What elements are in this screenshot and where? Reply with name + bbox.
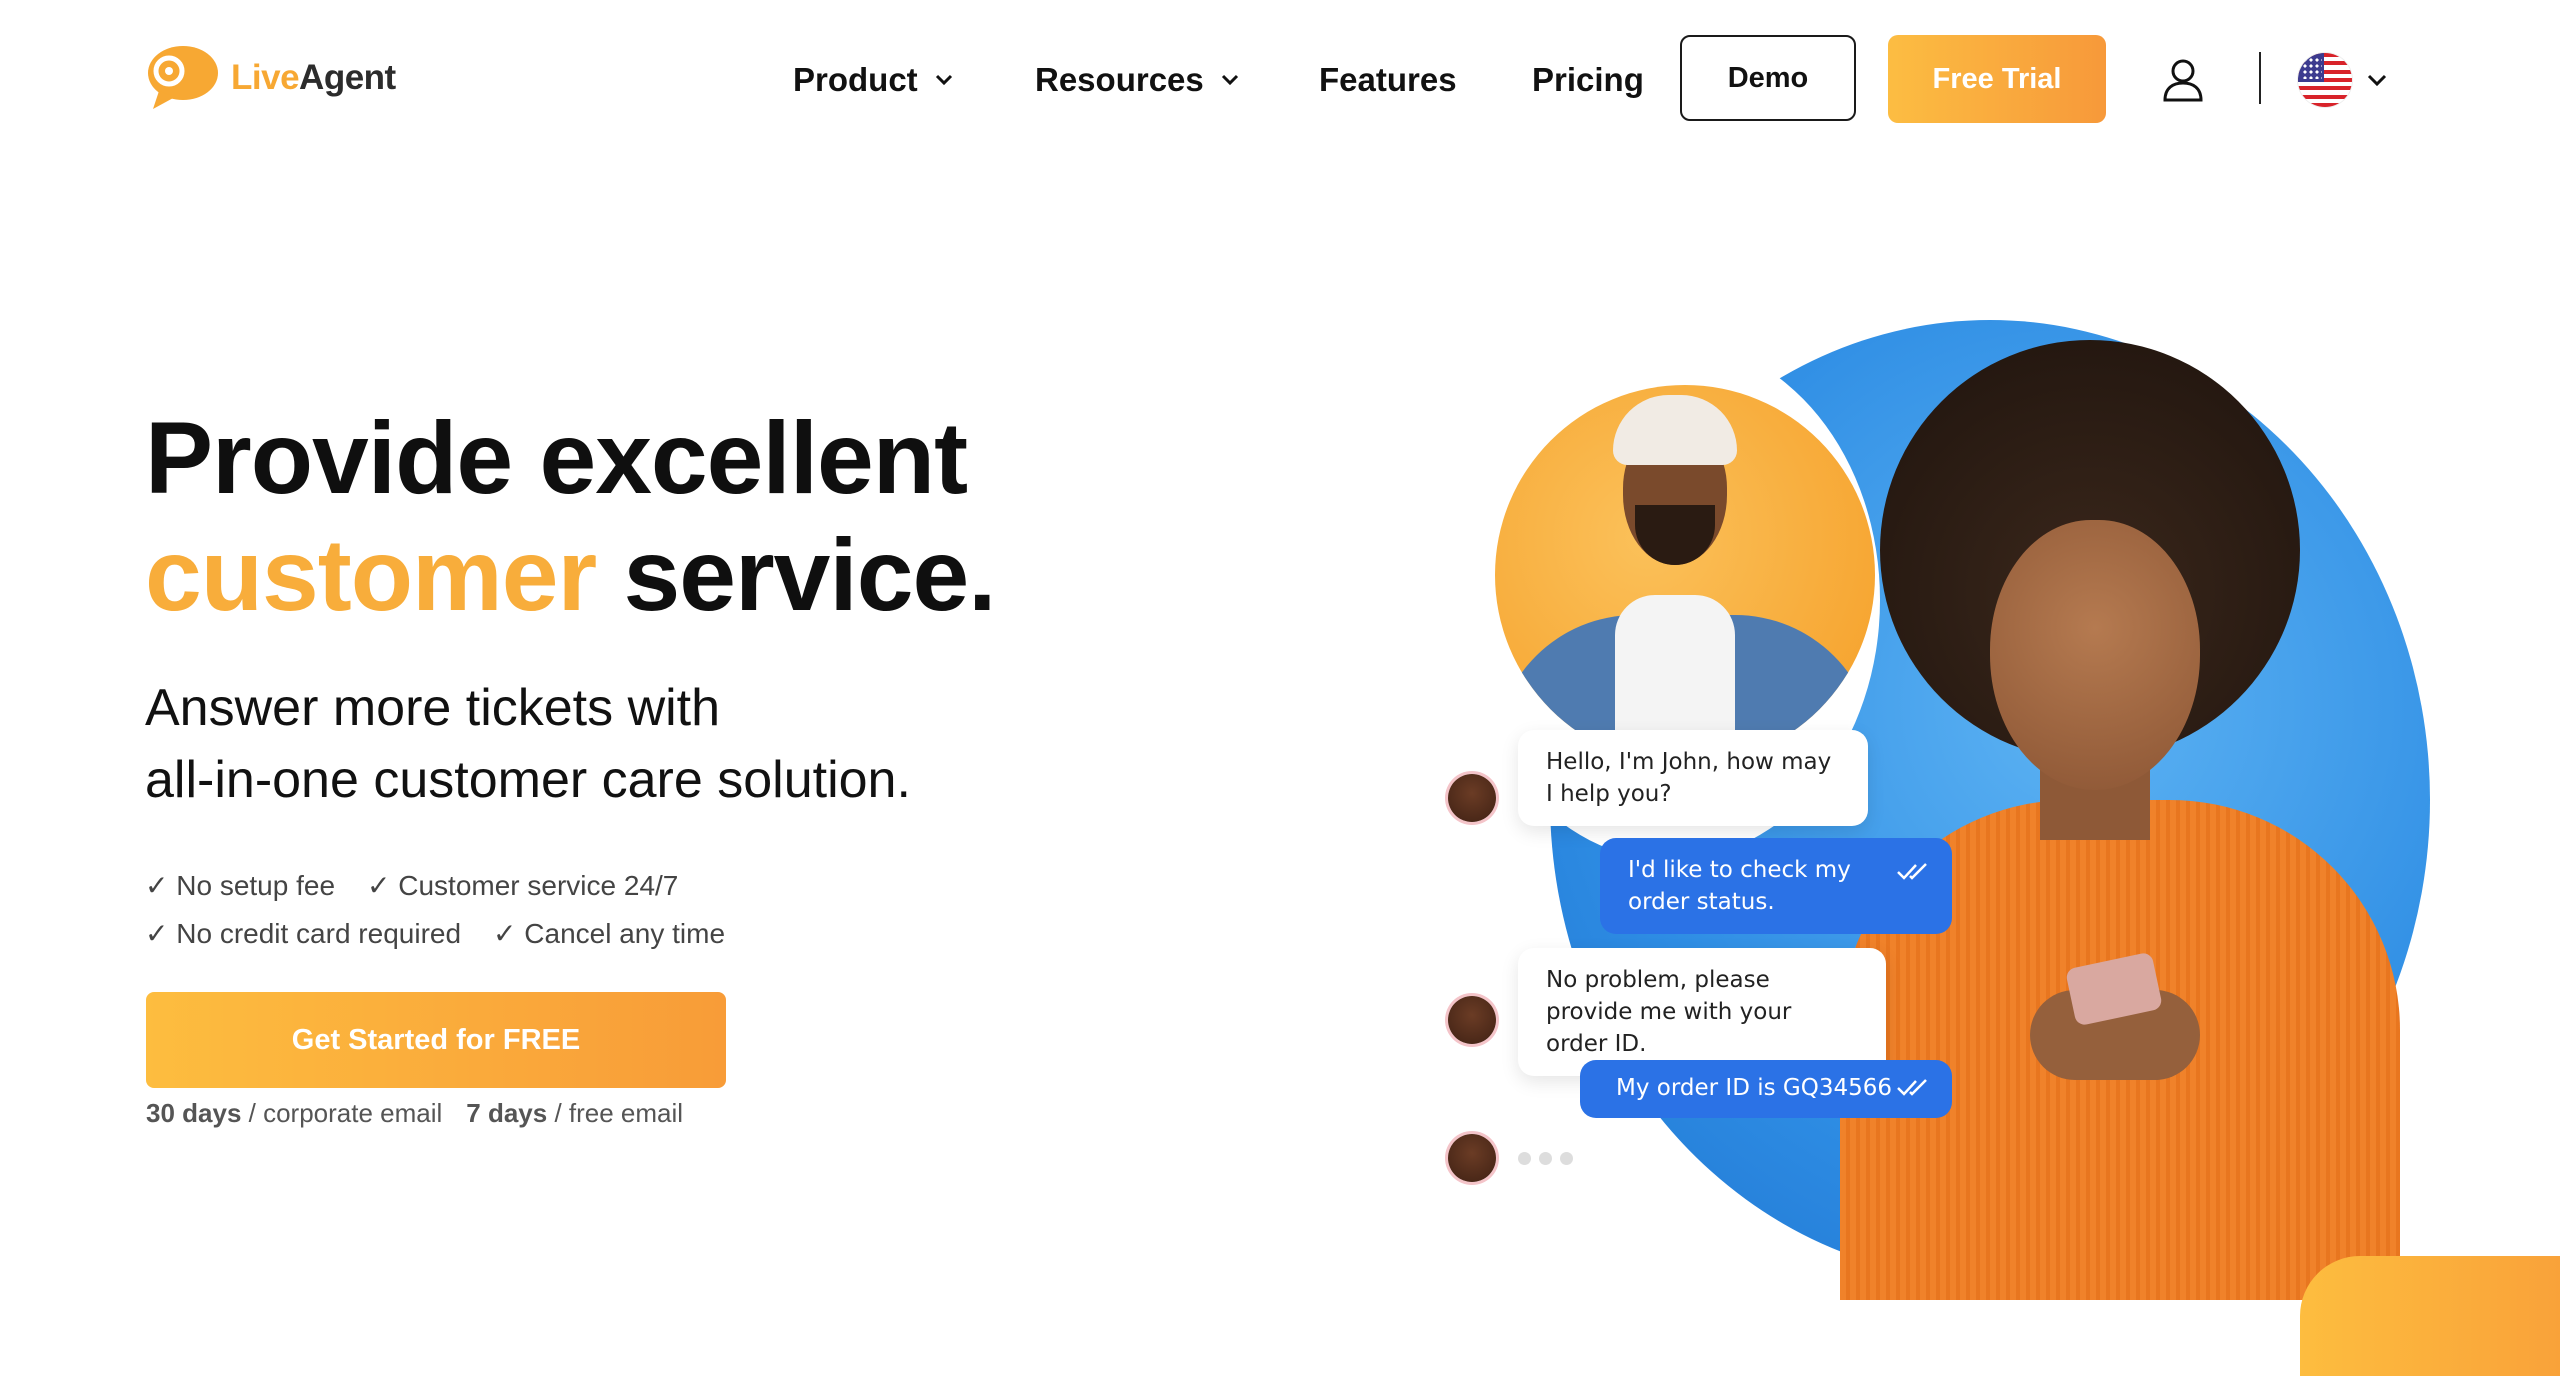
logo-text-live: Live bbox=[231, 58, 300, 97]
free-trial-button[interactable]: Free Trial bbox=[1888, 35, 2106, 123]
agent-avatar bbox=[1448, 996, 1496, 1044]
nav-product[interactable]: Product bbox=[793, 34, 954, 126]
liveagent-logo[interactable]: LiveAgent bbox=[145, 46, 396, 110]
man-photo bbox=[1495, 385, 1875, 765]
demo-button[interactable]: Demo bbox=[1680, 35, 1856, 121]
chat-widget-button[interactable] bbox=[2300, 1256, 2560, 1376]
chat-message-user: I'd like to check my order status. bbox=[1600, 838, 1952, 934]
chevron-down-icon bbox=[2367, 74, 2387, 87]
us-flag-icon bbox=[2298, 53, 2352, 107]
hero-subtitle-line1: Answer more tickets with bbox=[145, 679, 721, 737]
chat-message-user-text: My order ID is GQ34566 bbox=[1616, 1075, 1892, 1101]
agent-avatar bbox=[1448, 1134, 1496, 1182]
double-check-icon bbox=[1897, 863, 1927, 880]
chat-message-agent: No problem, please provide me with your … bbox=[1518, 948, 1886, 1076]
trial-corporate-days: 30 days bbox=[146, 1098, 242, 1128]
hero-title: Provide excellent customer service. bbox=[145, 400, 997, 634]
logo-text-agent: Agent bbox=[299, 58, 396, 97]
chat-message-user: My order ID is GQ34566 bbox=[1580, 1060, 1952, 1118]
chat-message-user-text: I'd like to check my order status. bbox=[1628, 857, 1851, 915]
logo-text: LiveAgent bbox=[231, 58, 396, 98]
language-selector[interactable] bbox=[2298, 52, 2388, 108]
trial-free-days: 7 days bbox=[466, 1098, 548, 1128]
nav-pricing[interactable]: Pricing bbox=[1532, 34, 1644, 126]
trial-corporate-label: / corporate email bbox=[241, 1098, 443, 1128]
hero-title-rest: service. bbox=[596, 518, 996, 632]
hero-illustration: Hello, I'm John, how may I help you? I'd… bbox=[1400, 300, 2560, 1300]
hero-subtitle-line2: all-in-one customer care solution. bbox=[145, 751, 911, 809]
nav-features[interactable]: Features bbox=[1319, 34, 1457, 126]
check-item: ✓ No credit card required bbox=[145, 918, 462, 949]
trial-free-label: / free email bbox=[547, 1098, 684, 1128]
check-item: ✓ Customer service 24/7 bbox=[367, 870, 679, 901]
hero-subtitle: Answer more tickets with all-in-one cust… bbox=[145, 672, 911, 816]
chat-message-agent: Hello, I'm John, how may I help you? bbox=[1518, 730, 1868, 826]
chevron-down-icon bbox=[1221, 74, 1238, 86]
nav-resources[interactable]: Resources bbox=[1035, 34, 1240, 126]
feature-checklist: ✓ No setup fee ✓ Customer service 24/7 ✓… bbox=[145, 862, 757, 958]
user-icon[interactable] bbox=[2162, 58, 2204, 102]
nav-resources-label: Resources bbox=[1035, 61, 1204, 98]
get-started-button[interactable]: Get Started for FREE bbox=[146, 992, 726, 1088]
double-check-icon bbox=[1897, 1079, 1927, 1096]
liveagent-logo-icon bbox=[145, 45, 219, 111]
header-divider bbox=[2259, 52, 2261, 104]
hero-title-line1: Provide excellent bbox=[145, 401, 968, 515]
check-item: ✓ No setup fee bbox=[145, 870, 336, 901]
check-item: ✓ Cancel any time bbox=[493, 918, 726, 949]
nav-product-label: Product bbox=[793, 61, 918, 98]
trial-note: 30 days / corporate email 7 days / free e… bbox=[146, 1098, 683, 1129]
typing-indicator bbox=[1518, 1152, 1573, 1165]
chevron-down-icon bbox=[935, 74, 952, 86]
hero-title-accent: customer bbox=[145, 518, 597, 632]
site-header: LiveAgent Product Resources Features Pri… bbox=[0, 0, 2560, 160]
agent-avatar bbox=[1448, 774, 1496, 822]
